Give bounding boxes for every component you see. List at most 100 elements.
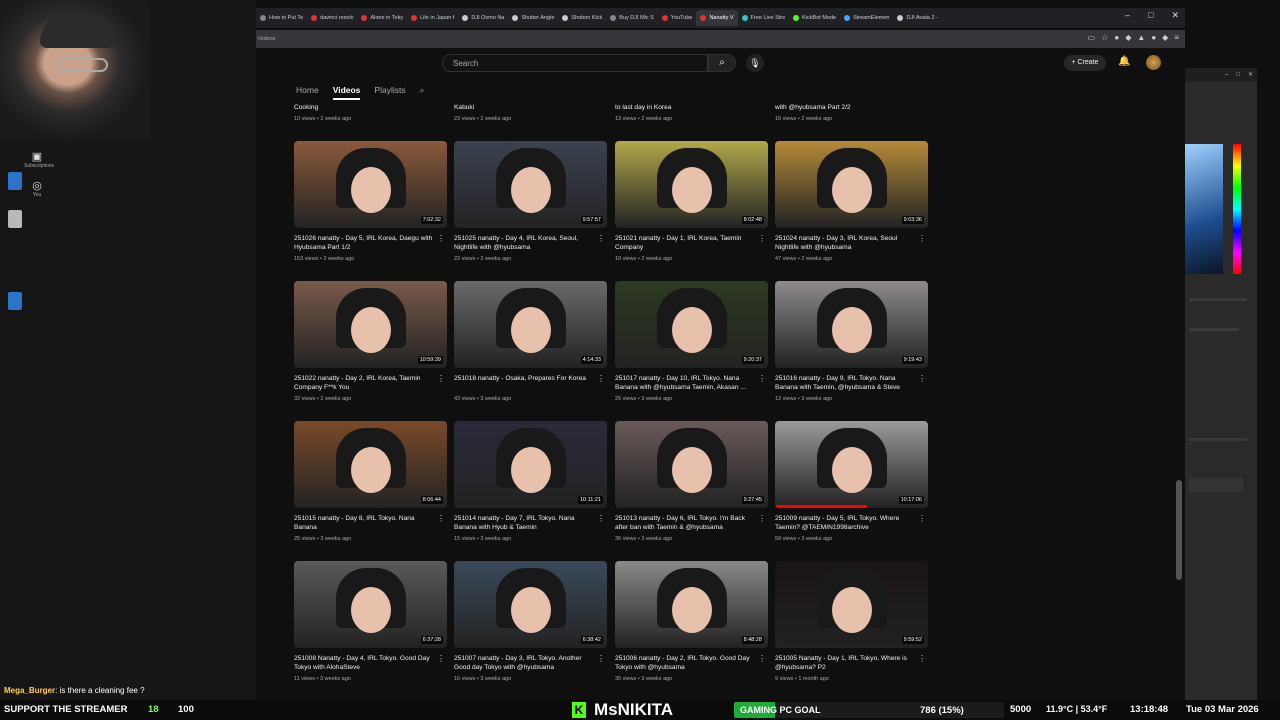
more-options-icon[interactable]: ⋮ xyxy=(758,234,766,243)
video-thumbnail[interactable]: 9:20:37 xyxy=(615,281,768,368)
video-thumbnail[interactable]: 8:02:48 xyxy=(615,141,768,228)
stream-bottom-bar: SUPPORT THE STREAMER 18 100 K MsNIKITA G… xyxy=(0,700,1280,720)
video-card-partial[interactable]: with @hyubsama Part 2/2 16 views • 2 week… xyxy=(775,103,928,122)
video-card[interactable]: 6:37:28 ⋮ 251008 Nanatty - Day 4, IRL Toky… xyxy=(294,561,447,682)
streamer-name: MsNIKITA xyxy=(594,700,674,719)
video-title[interactable]: 251008 Nanatty - Day 4, IRL Tokyo. Good … xyxy=(294,654,434,672)
video-thumbnail[interactable]: 9:03:36 xyxy=(775,141,928,228)
video-title[interactable]: 251014 nanatty - Day 7, IRL Tokyo. Nana … xyxy=(454,514,594,532)
video-title[interactable]: 251026 nanatty - Day 5, IRL Korea, Daegu… xyxy=(294,234,434,252)
video-card[interactable]: 8:48:28 ⋮ 251006 nanatty - Day 2, IRL Toky… xyxy=(615,561,768,682)
video-card[interactable]: 4:14:33 ⋮ 251018 nanatty - Osaka, Prepares… xyxy=(454,281,607,402)
video-thumbnail[interactable]: 8:48:28 xyxy=(615,561,768,648)
weather-readout: 11.9°C | 53.4°F xyxy=(1046,704,1108,714)
clock: 13:18:48 xyxy=(1130,704,1169,715)
video-thumbnail[interactable]: 6:38:42 xyxy=(454,561,607,648)
video-card[interactable]: 9:19:43 ⋮ 251016 nanatty - Day 9, IRL Toky… xyxy=(775,281,928,402)
ps-panel-row xyxy=(1189,478,1243,492)
video-thumbnail[interactable]: 10:11:21 xyxy=(454,421,607,508)
video-card[interactable]: 9:59:52 ⋮ 251005 Nanatty - Day 1, IRL Toky… xyxy=(775,561,928,682)
color-picker-field[interactable] xyxy=(1185,144,1223,274)
more-options-icon[interactable]: ⋮ xyxy=(597,514,605,523)
thumbnail-face xyxy=(350,307,391,354)
close-icon[interactable]: ✕ xyxy=(1248,68,1253,82)
video-title[interactable]: 251015 nanatty - Day 8, IRL Tokyo. Nana … xyxy=(294,514,434,532)
video-title[interactable]: Cooking xyxy=(294,103,434,112)
video-thumbnail[interactable]: 8:06:44 xyxy=(294,421,447,508)
video-card[interactable]: 6:38:42 ⋮ 251007 nanatty - Day 3, IRL Toky… xyxy=(454,561,607,682)
desktop-icon[interactable] xyxy=(8,172,22,190)
thumbnail-face xyxy=(510,447,551,494)
video-title[interactable]: 251005 Nanatty - Day 1, IRL Tokyo, Where… xyxy=(775,654,915,672)
hue-slider[interactable] xyxy=(1233,144,1241,274)
video-title[interactable]: Kabuki xyxy=(454,103,594,112)
maximize-icon[interactable]: □ xyxy=(1236,68,1240,82)
desktop-icon[interactable] xyxy=(8,210,22,228)
more-options-icon[interactable]: ⋮ xyxy=(758,514,766,523)
more-options-icon[interactable]: ⋮ xyxy=(918,654,926,663)
minimize-icon[interactable]: – xyxy=(1225,68,1228,82)
video-thumbnail[interactable]: 10:59:39 xyxy=(294,281,447,368)
video-title[interactable]: 251009 nanatty - Day 5, IRL Tokyo. Where… xyxy=(775,514,915,532)
video-card-partial[interactable]: to last day in Korea 13 views • 2 weeks a… xyxy=(615,103,768,122)
video-card[interactable]: 7:02:32 ⋮ 251026 nanatty - Day 5, IRL Kore… xyxy=(294,141,447,262)
support-text: SUPPORT THE STREAMER xyxy=(4,704,128,715)
video-card[interactable]: 9:03:36 ⋮ 251024 nanatty - Day 3, IRL Kore… xyxy=(775,141,928,262)
you-nav[interactable]: ◎ You xyxy=(24,179,50,198)
video-card[interactable]: 10:59:39 ⋮ 251022 nanatty - Day 2, IRL Kor… xyxy=(294,281,447,402)
video-title[interactable]: 251017 nanatty - Day 10, IRL Tokyo. Nana… xyxy=(615,374,755,392)
video-card[interactable]: 8:06:44 ⋮ 251015 nanatty - Day 8, IRL Toky… xyxy=(294,421,447,542)
video-title[interactable]: 251006 nanatty - Day 2, IRL Tokyo. Good … xyxy=(615,654,755,672)
video-thumbnail[interactable]: 7:02:32 xyxy=(294,141,447,228)
video-card[interactable]: 9:27:45 ⋮ 251013 nanatty - Day 6, IRL Toky… xyxy=(615,421,768,542)
more-options-icon[interactable]: ⋮ xyxy=(597,374,605,383)
video-card[interactable]: 10:11:21 ⋮ 251014 nanatty - Day 7, IRL Tok… xyxy=(454,421,607,542)
thumbnail-face xyxy=(510,587,551,634)
video-title[interactable]: 251007 nanatty - Day 3, IRL Tokyo. Anoth… xyxy=(454,654,594,672)
video-thumbnail[interactable]: 9:19:43 xyxy=(775,281,928,368)
video-title[interactable]: to last day in Korea xyxy=(615,103,755,112)
ps-titlebar: – □ ✕ xyxy=(1185,68,1257,82)
video-card-partial[interactable]: Kabuki 23 views • 2 weeks ago xyxy=(454,103,607,122)
video-card-partial[interactable]: Cooking 10 views • 2 weeks ago xyxy=(294,103,447,122)
video-thumbnail[interactable]: 10:17:06 xyxy=(775,421,928,508)
video-card[interactable]: 9:57:57 ⋮ 251025 nanatty - Day 4, IRL Kore… xyxy=(454,141,607,262)
more-options-icon[interactable]: ⋮ xyxy=(918,234,926,243)
more-options-icon[interactable]: ⋮ xyxy=(758,374,766,383)
more-options-icon[interactable]: ⋮ xyxy=(918,514,926,523)
more-options-icon[interactable]: ⋮ xyxy=(437,654,445,663)
video-title[interactable]: 251024 nanatty - Day 3, IRL Korea, Seoul… xyxy=(775,234,915,252)
more-options-icon[interactable]: ⋮ xyxy=(437,514,445,523)
thumbnail-face xyxy=(831,167,872,214)
more-options-icon[interactable]: ⋮ xyxy=(597,234,605,243)
video-title[interactable]: with @hyubsama Part 2/2 xyxy=(775,103,915,112)
video-thumbnail[interactable]: 4:14:33 xyxy=(454,281,607,368)
video-card[interactable]: 9:20:37 ⋮ 251017 nanatty - Day 10, IRL Tok… xyxy=(615,281,768,402)
video-thumbnail[interactable]: 6:37:28 xyxy=(294,561,447,648)
more-options-icon[interactable]: ⋮ xyxy=(758,654,766,663)
desktop-area: ▣ Subscriptions ◎ You xyxy=(0,0,256,700)
more-options-icon[interactable]: ⋮ xyxy=(918,374,926,383)
video-title[interactable]: 251016 nanatty - Day 9, IRL Tokyo. Nana … xyxy=(775,374,915,392)
video-title[interactable]: 251013 nanatty - Day 6, IRL Tokyo. I'm B… xyxy=(615,514,755,532)
subscriptions-nav[interactable]: ▣ Subscriptions xyxy=(24,150,54,169)
video-duration: 9:20:37 xyxy=(741,356,764,364)
video-thumbnail[interactable]: 9:57:57 xyxy=(454,141,607,228)
scrollbar[interactable] xyxy=(1176,100,1182,580)
video-title[interactable]: 251025 nanatty - Day 4, IRL Korea, Seoul… xyxy=(454,234,594,252)
more-options-icon[interactable]: ⋮ xyxy=(597,654,605,663)
desktop-icon[interactable] xyxy=(8,292,22,310)
video-meta: 32 views • 2 weeks ago xyxy=(294,396,352,402)
video-title[interactable]: 251018 nanatty - Osaka, Prepares For Kor… xyxy=(454,374,594,392)
more-options-icon[interactable]: ⋮ xyxy=(437,374,445,383)
video-card[interactable]: 8:02:48 ⋮ 251021 nanatty - Day 1, IRL Kore… xyxy=(615,141,768,262)
kick-logo: K xyxy=(572,702,586,718)
video-thumbnail[interactable]: 9:27:45 xyxy=(615,421,768,508)
video-card[interactable]: 10:17:06 ⋮ 251009 nanatty - Day 5, IRL Tok… xyxy=(775,421,928,542)
video-title[interactable]: 251022 nanatty - Day 2, IRL Korea, Taemi… xyxy=(294,374,434,392)
video-thumbnail[interactable]: 9:59:52 xyxy=(775,561,928,648)
scroll-thumb[interactable] xyxy=(1176,480,1182,580)
video-title[interactable]: 251021 nanatty - Day 1, IRL Korea, Taemi… xyxy=(615,234,755,252)
video-duration: 8:48:28 xyxy=(741,636,764,644)
more-options-icon[interactable]: ⋮ xyxy=(437,234,445,243)
